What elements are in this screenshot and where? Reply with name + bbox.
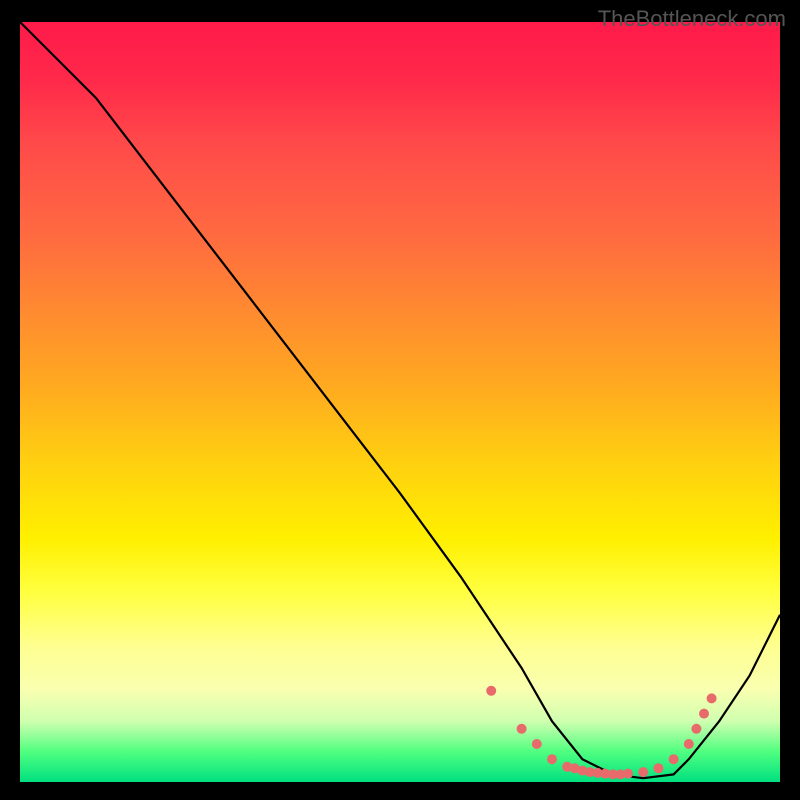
highlight-dot [653,763,663,773]
bottleneck-curve [20,22,780,778]
watermark-text: TheBottleneck.com [598,6,786,32]
chart-svg [20,22,780,782]
chart-plot-area [20,22,780,782]
highlight-dot [707,693,717,703]
highlight-dot [486,686,496,696]
highlight-dot [517,724,527,734]
highlight-dot [691,724,701,734]
highlight-dot [638,767,648,777]
highlight-dot [623,769,633,779]
highlight-dot [699,709,709,719]
highlight-dot [684,739,694,749]
highlight-dot [547,754,557,764]
highlight-dot [532,739,542,749]
highlight-dot [669,754,679,764]
